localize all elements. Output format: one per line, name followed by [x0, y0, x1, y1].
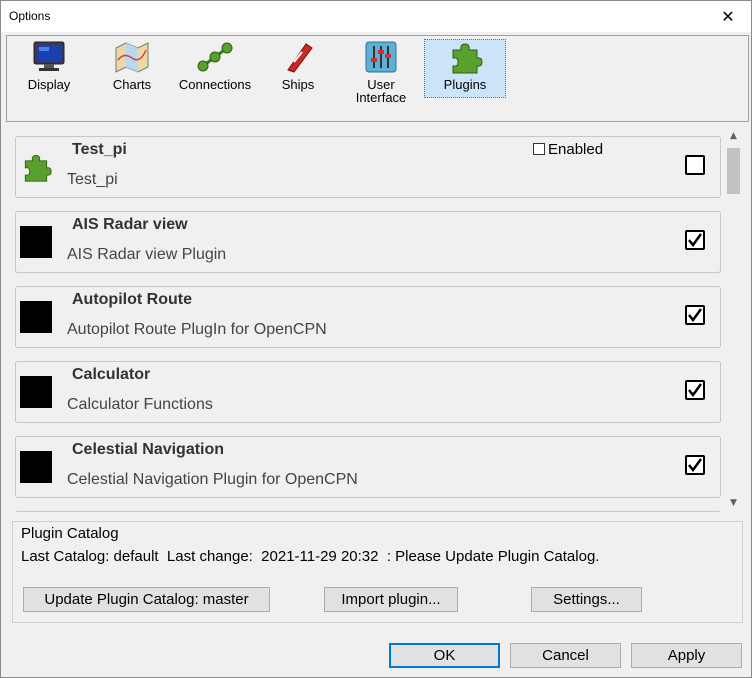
plugin-checkbox[interactable]: [685, 155, 705, 175]
checkmark-icon: [688, 458, 702, 472]
options-toolbar: Display Charts Connections Ships User In…: [6, 35, 749, 122]
plugin-description: AIS Radar view Plugin: [67, 246, 227, 263]
tab-plugins[interactable]: Plugins: [424, 39, 506, 98]
sliders-icon: [365, 41, 397, 73]
cancel-button[interactable]: Cancel: [510, 643, 621, 668]
plugin-row[interactable]: [15, 511, 721, 512]
enabled-label: Enabled: [548, 141, 604, 158]
tab-charts[interactable]: Charts: [92, 40, 172, 98]
plugin-row[interactable]: Autopilot Route Autopilot Route PlugIn f…: [15, 286, 721, 348]
tab-ships[interactable]: Ships: [258, 40, 338, 98]
plugin-checkbox[interactable]: [685, 380, 705, 400]
plugin-description: Autopilot Route PlugIn for OpenCPN: [67, 321, 327, 338]
plugin-icon: [20, 301, 52, 333]
plugin-name: Autopilot Route: [72, 291, 192, 308]
tab-plugins-label: Plugins: [443, 77, 487, 92]
plugin-checkbox[interactable]: [685, 230, 705, 250]
close-icon[interactable]: ✕: [705, 1, 751, 32]
plugin-row[interactable]: Test_pi Test_pi Enabled: [15, 136, 721, 198]
ok-button[interactable]: OK: [389, 643, 500, 668]
plugin-checkbox[interactable]: [685, 305, 705, 325]
apply-button[interactable]: Apply: [631, 643, 742, 668]
plugin-name: Calculator: [72, 366, 151, 383]
title-bar: Options ✕: [1, 1, 751, 32]
plugin-catalog-info: Last Catalog: default Last change: 2021-…: [21, 548, 600, 565]
plugin-list-scrollbar[interactable]: ▲ ▼: [725, 128, 742, 512]
update-plugin-catalog-button[interactable]: Update Plugin Catalog: master: [23, 587, 270, 612]
plugin-list: Test_pi Test_pi Enabled AIS Radar view A…: [6, 128, 747, 512]
plugin-description: Test_pi: [67, 171, 118, 188]
settings-button[interactable]: Settings...: [531, 587, 642, 612]
scroll-up-icon[interactable]: ▲: [725, 128, 742, 145]
tab-connections[interactable]: Connections: [175, 40, 255, 98]
tab-user-interface-label: User Interface: [341, 78, 421, 104]
enabled-checkbox[interactable]: Enabled: [533, 141, 603, 158]
plugin-checkbox[interactable]: [685, 455, 705, 475]
plugin-row[interactable]: Celestial Navigation Celestial Navigatio…: [15, 436, 721, 498]
tab-charts-label: Charts: [112, 77, 152, 92]
connections-icon: [197, 42, 233, 72]
tab-user-interface-label-line2: Interface: [355, 90, 407, 105]
plugin-icon: [20, 376, 52, 408]
puzzle-icon: [452, 43, 483, 74]
options-dialog: Options ✕ Display Charts Connections Shi…: [0, 0, 752, 678]
plugin-icon: [20, 451, 52, 483]
scroll-down-icon[interactable]: ▼: [725, 495, 742, 512]
tab-display-label: Display: [27, 77, 71, 92]
tab-user-interface[interactable]: User Interface: [341, 40, 421, 104]
plugin-description: Celestial Navigation Plugin for OpenCPN: [67, 471, 358, 488]
tab-connections-label: Connections: [178, 77, 252, 92]
monitor-icon: [33, 41, 65, 71]
plugin-description: Calculator Functions: [67, 396, 213, 413]
checkmark-icon: [688, 383, 702, 397]
enabled-checkbox-box[interactable]: [533, 143, 545, 155]
scrollbar-thumb[interactable]: [727, 148, 740, 194]
import-plugin-button[interactable]: Import plugin...: [324, 587, 458, 612]
plugin-catalog-title: Plugin Catalog: [21, 525, 119, 542]
map-icon: [115, 42, 149, 73]
plugin-icon: [20, 226, 52, 258]
plugin-name: Celestial Navigation: [72, 441, 225, 458]
plugin-row[interactable]: AIS Radar view AIS Radar view Plugin: [15, 211, 721, 273]
plugin-name: AIS Radar view: [72, 216, 188, 233]
checkmark-icon: [688, 308, 702, 322]
puzzle-icon: [20, 151, 52, 183]
plugin-catalog-group: Plugin Catalog Last Catalog: default Las…: [12, 521, 743, 623]
plugin-name: Test_pi: [72, 141, 127, 158]
window-title: Options: [9, 9, 51, 23]
tab-ships-label: Ships: [281, 77, 315, 92]
tab-display[interactable]: Display: [9, 40, 89, 98]
checkmark-icon: [688, 233, 702, 247]
ship-icon: [287, 43, 313, 73]
plugin-row[interactable]: Calculator Calculator Functions: [15, 361, 721, 423]
